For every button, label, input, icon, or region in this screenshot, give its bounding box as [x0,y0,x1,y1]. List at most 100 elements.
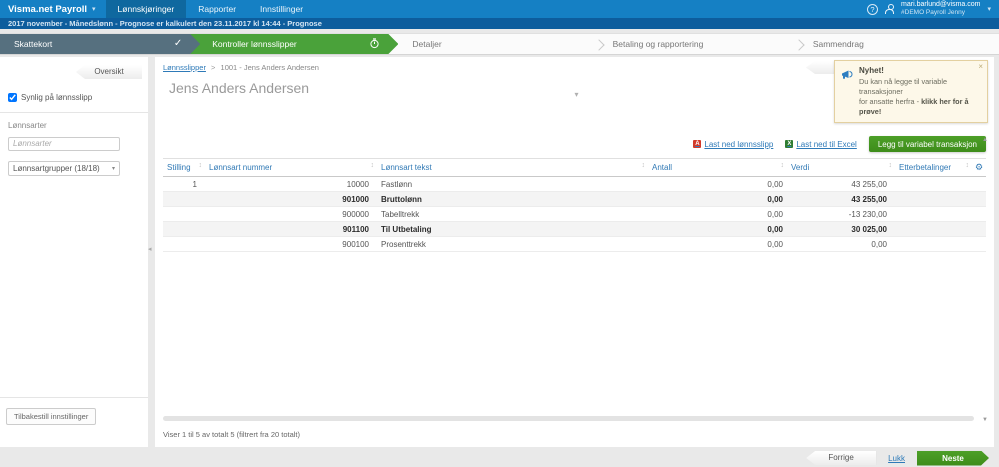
step-label: Sammendrag [812,39,864,49]
visible-on-payslip-checkbox[interactable] [8,93,17,102]
app-logo[interactable]: Visma.net Payroll ▾ [0,0,106,18]
header-etterbetalinger[interactable]: Etterbetalinger ↕ [895,158,972,177]
wizard-stepper: Skattekort ✓ Kontroller lønnsslipper Det… [0,33,999,55]
table-summary: Viser 1 til 5 av totalt 5 (filtrert fra … [163,430,300,439]
user-info[interactable]: mari.barlund@visma.com #DEMO Payroll Jen… [901,1,980,17]
next-button[interactable]: Neste [917,451,989,466]
cell-verdi: 30 025,00 [787,221,895,237]
close-link[interactable]: Lukk [888,454,905,463]
nav-item-rapporter[interactable]: Rapporter [186,0,248,18]
user-org: #DEMO Payroll Jenny [901,9,965,17]
excel-icon: X [785,140,794,148]
visible-on-payslip-label[interactable]: Synlig på lønnsslipp [21,93,92,102]
download-payslip-link[interactable]: A Last ned lønnsslipp [693,140,773,149]
check-icon: ✓ [173,38,183,49]
scroll-up-icon[interactable]: ▲ [982,137,988,143]
close-icon[interactable]: × [978,62,983,71]
sidebar-collapse-divider: ◂ [148,57,155,447]
sort-icon[interactable]: ↕ [889,162,893,169]
cell-lonnsart-tekst: Prosenttrekk [377,236,648,252]
cell-antall: 0,00 [648,191,787,207]
step-skattekort[interactable]: Skattekort ✓ [0,34,200,54]
sort-icon[interactable]: ↕ [642,162,646,169]
content-area: Oversikt Synlig på lønnsslipp Lønnsarter… [0,57,999,447]
clock-icon [369,38,380,51]
header-lonnsart-nummer[interactable]: Lønnsart nummer ↕ [205,158,377,177]
cell-stilling [163,236,205,252]
sort-icon[interactable]: ↕ [371,162,375,169]
collapse-header-icon[interactable]: ▾ [575,90,579,99]
scroll-down-icon[interactable]: ▼ [982,417,988,423]
cell-stilling [163,206,205,222]
table-row[interactable]: 1 10000 Fastlønn 0,00 43 255,00 [163,176,986,192]
user-avatar-icon [885,4,895,14]
cell-verdi: 43 255,00 [787,176,895,192]
cell-lonnsart-nummer: 10000 [205,176,377,192]
sidebar-divider [0,112,148,113]
download-excel-label: Last ned til Excel [796,139,857,149]
table-row[interactable]: 901000 Bruttolønn 0,00 43 255,00 [163,191,986,207]
header-stilling[interactable]: Stilling ↕ [163,158,205,177]
cell-etterbetalinger [895,206,972,222]
cell-etterbetalinger [895,176,972,192]
download-payslip-label: Last ned lønnsslipp [704,139,774,149]
wizard-footer: Forrige Lukk Neste [0,447,999,467]
user-area: ? mari.barlund@visma.com #DEMO Payroll J… [867,0,999,18]
cell-antall: 0,00 [648,221,787,237]
step-sammendrag[interactable]: Sammendrag [799,34,999,54]
cell-lonnsart-nummer: 900000 [205,206,377,222]
sort-icon[interactable]: ↕ [966,162,970,169]
cell-lonnsart-nummer: 901100 [205,221,377,237]
previous-button[interactable]: Forrige [806,451,877,465]
reset-settings-button[interactable]: Tilbakestill innstillinger [6,408,97,425]
header-verdi[interactable]: Verdi ↕ [787,158,895,177]
header-antall[interactable]: Antall ↕ [648,158,787,177]
step-kontroller-lonnsslipper[interactable]: Kontroller lønnsslipper [190,34,398,54]
sort-icon[interactable]: ↕ [781,162,785,169]
cell-lonnsart-tekst: Bruttolønn [377,191,648,207]
select-caret-icon: ▾ [111,166,115,172]
cell-lonnsart-tekst: Tabelltrekk [377,206,648,222]
add-variable-transaction-button[interactable]: Legg til variabel transaksjon [868,136,986,152]
breadcrumb-separator: > [211,63,216,72]
step-betaling-og-rapportering[interactable]: Betaling og rapportering [599,34,799,54]
step-detaljer[interactable]: Detaljer [398,34,598,54]
cell-antall: 0,00 [648,236,787,252]
gear-icon[interactable]: ⚙ [975,162,983,172]
user-menu-chevron-icon[interactable]: ▾ [987,5,991,13]
step-label: Detaljer [412,39,442,49]
chevron-down-icon: ▾ [92,6,96,13]
header-lonnsart-tekst[interactable]: Lønnsart tekst ↕ [377,158,648,177]
wage-types-search-input[interactable] [8,136,120,151]
cell-etterbetalinger [895,191,972,207]
cell-lonnsart-nummer: 901000 [205,191,377,207]
table-row[interactable]: 900100 Prosenttrekk 0,00 0,00 [163,236,986,252]
user-email: mari.barlund@visma.com [901,0,981,8]
sort-icon[interactable]: ↕ [199,162,203,169]
table-row[interactable]: 901100 Til Utbetaling 0,00 30 025,00 [163,221,986,237]
breadcrumb-current: 1001 - Jens Anders Andersen [220,63,319,72]
wage-type-groups-value: Lønnsartgrupper (18/18) [13,164,100,173]
table-row[interactable]: 900000 Tabelltrekk 0,00 -13 230,00 [163,206,986,222]
notification-title: Nyhet! [859,66,884,75]
payslip-panel: Lønnsslipper > 1001 - Jens Anders Anders… [155,57,994,447]
cell-lonnsart-tekst: Til Utbetaling [377,221,648,237]
cell-etterbetalinger [895,221,972,237]
download-excel-link[interactable]: X Last ned til Excel [785,139,857,149]
cell-lonnsart-nummer: 900100 [205,236,377,252]
header-columns-settings[interactable]: ⚙ [972,158,986,177]
nav-item-lonnskjoringer[interactable]: Lønnskjøringer [105,0,187,18]
help-icon[interactable]: ? [867,3,879,15]
breadcrumb-link-lonnsslipper[interactable]: Lønnsslipper [163,63,206,72]
overview-button[interactable]: Oversikt [76,65,142,79]
collapse-sidebar-icon[interactable]: ◂ [148,245,152,253]
top-navigation: Visma.net Payroll ▾ Lønnskjøringer Rappo… [0,0,999,18]
news-notification: × Nyhet! Du kan nå legge til variable tr… [834,60,988,124]
nav-item-innstillinger[interactable]: Innstillinger [248,0,315,18]
table-header-row: Stilling ↕ Lønnsart nummer ↕ Lønnsart teks… [163,158,986,177]
wage-type-groups-select[interactable]: Lønnsartgrupper (18/18) ▾ [8,161,120,176]
horizontal-scrollbar[interactable] [163,416,974,421]
cell-etterbetalinger [895,236,972,252]
table-actions: A Last ned lønnsslipp X Last ned til Exc… [163,136,986,152]
megaphone-icon [841,68,854,86]
